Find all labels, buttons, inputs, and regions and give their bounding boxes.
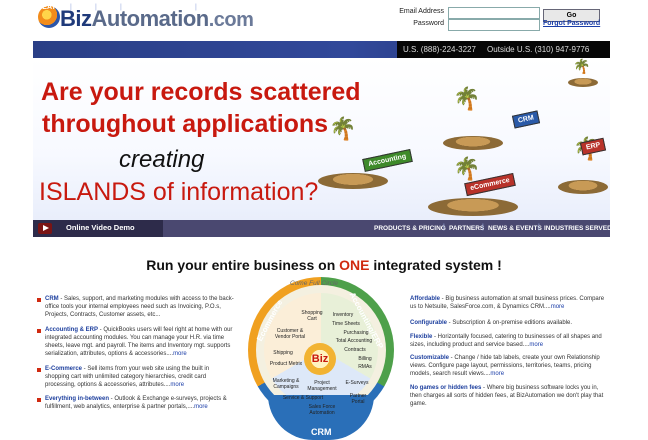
wheel-item: Shopping Cart [301,310,323,322]
email-label: Email Address [399,8,444,15]
bullet-icon [37,329,41,333]
nav-separator: | [482,224,484,231]
wheel-item: Billing [358,356,372,362]
headline-after: integrated system ! [369,257,502,273]
wheel-item: Sales Force Automation [308,404,336,416]
island-graphic [428,198,518,216]
headline-highlight: ONE [339,257,370,273]
wheel-item: Shipping [273,350,293,356]
wheel-item: Total Accounting [335,338,373,344]
palm-tree-icon: 🌴 [453,156,481,181]
feature-title: Configurable [410,320,447,326]
wheel-top-text: Come Full Circle [290,280,339,287]
bullet-icon [37,368,41,372]
feature-title: CRM [45,296,59,302]
wheel-item: Inventory [332,312,354,318]
hero-line-1: Are your records scattered [41,78,361,106]
online-video-demo-link[interactable]: Online Video Demo [66,223,135,232]
phone-numbers: U.S. (888)-224-3227 Outside U.S. (310) 9… [397,41,610,58]
wheel-item: E-Surveys [345,380,369,386]
nav-separator: | [120,4,122,11]
feature-flexible: Flexible - Horizontally focused, caterin… [410,333,605,349]
feature-text: - Subscription & on-premise editions ava… [447,320,573,326]
feature-title: Customizable [410,355,450,361]
more-link[interactable]: more [194,404,208,410]
wheel-item: Contracts [344,347,366,353]
feature-title: Affordable [410,296,440,302]
subnav-partners[interactable]: PARTNERS [449,225,484,232]
feature-title: Everything in-between [45,396,110,402]
island-graphic [443,136,503,150]
feature-text: - Big business automation at small busin… [410,296,605,310]
feature-customizable: Customizable - Change / hide tab labels,… [410,354,605,378]
feature-text: - Horizontally focused, catering to busi… [410,334,602,348]
hero-line-3: creating [119,146,205,173]
headline-before: Run your entire business on [146,257,340,273]
island-graphic [558,180,608,194]
forgot-password-link[interactable]: Forgot Password [543,20,600,27]
feature-everything-in-between: Everything in-between - Outlook & Exchan… [45,395,235,411]
subnav-industries-served[interactable]: INDUSTRIES SERVED [544,225,612,232]
nav-contact-us[interactable]: CONTACT US [200,4,245,11]
wheel-item: Purchasing [343,330,369,336]
nav-separator: | [443,224,445,231]
more-link[interactable]: more [490,371,504,377]
feature-accounting-erp: Accounting & ERP - QuickBooks users will… [45,326,235,358]
feature-affordable: Affordable - Big business automation at … [410,295,605,311]
feature-no-hidden-fees: No games or hidden fees - Where big busi… [410,384,605,408]
palm-tree-icon: 🌴 [573,58,591,74]
palm-tree-icon: 🌴 [453,86,481,111]
wheel-item: Marketing & Campaigns [272,378,300,390]
wheel-item: RMAs [358,364,372,370]
island-graphic [568,78,598,87]
wheel-item: Time Sheets [332,321,360,327]
phone-text: U.S. (888)-224-3227 Outside U.S. (310) 9… [403,45,590,54]
play-icon[interactable] [38,223,52,234]
wheel-item: Service & Support [282,395,324,401]
wheel-item: Project Management [307,380,337,392]
crm-sign: CRM [511,110,541,129]
password-field[interactable] [448,19,540,31]
bullet-icon [37,298,41,302]
wheel-item: Product Metrix [269,361,303,367]
nav-separator: | [95,4,97,11]
wheel-item: Customer & Vendor Portal [274,328,306,340]
wheel-crm-label: CRM [311,427,332,437]
more-link[interactable]: more [170,382,184,388]
email-field[interactable] [448,7,540,19]
nav-separator: | [195,4,197,11]
subnav-news-events[interactable]: NEWS & EVENTS [488,225,542,232]
nav-separator: | [538,224,540,231]
password-label: Password [413,20,444,27]
logo-text-dotcom: .com [208,9,254,31]
palm-tree-icon: 🌴 [329,116,357,141]
feature-configurable: Configurable - Subscription & on-premise… [410,319,605,327]
feature-title: Flexible [410,334,433,340]
more-link[interactable]: more [173,351,187,357]
accounting-sign: Accounting [362,149,413,172]
subnav-products-pricing[interactable]: PRODUCTS & PRICING [374,225,446,232]
feature-title: Accounting & ERP [45,327,99,333]
wheel-item: Partner Portal [349,393,367,405]
feature-title: E-Commerce [45,366,83,372]
feature-crm: CRM - Sales, support, and marketing modu… [45,295,235,319]
nav-separator: | [70,4,72,11]
feature-ecommerce: E-Commerce - Sell items from your web si… [45,365,235,389]
wheel-center: Biz [304,343,336,375]
feature-text: - Sales, support, and marketing modules … [45,296,234,318]
bullet-icon [37,398,41,402]
nav-products-pricing[interactable]: PRODUCTS & PRICING [125,4,202,11]
more-link[interactable]: more [551,304,565,310]
nav-faqs[interactable]: FAQs [75,4,93,11]
hero-banner: Are your records scattered throughout ap… [33,58,610,220]
hero-line-2: throughout applications [42,110,329,138]
feature-title: No games or hidden fees [410,385,482,391]
page-headline: Run your entire business on ONE integrat… [0,257,648,273]
more-link[interactable]: more [529,342,543,348]
nav-demo[interactable]: DEMO [100,4,121,11]
island-graphic [318,173,388,189]
hero-line-4: ISLANDS of information? [39,178,319,206]
